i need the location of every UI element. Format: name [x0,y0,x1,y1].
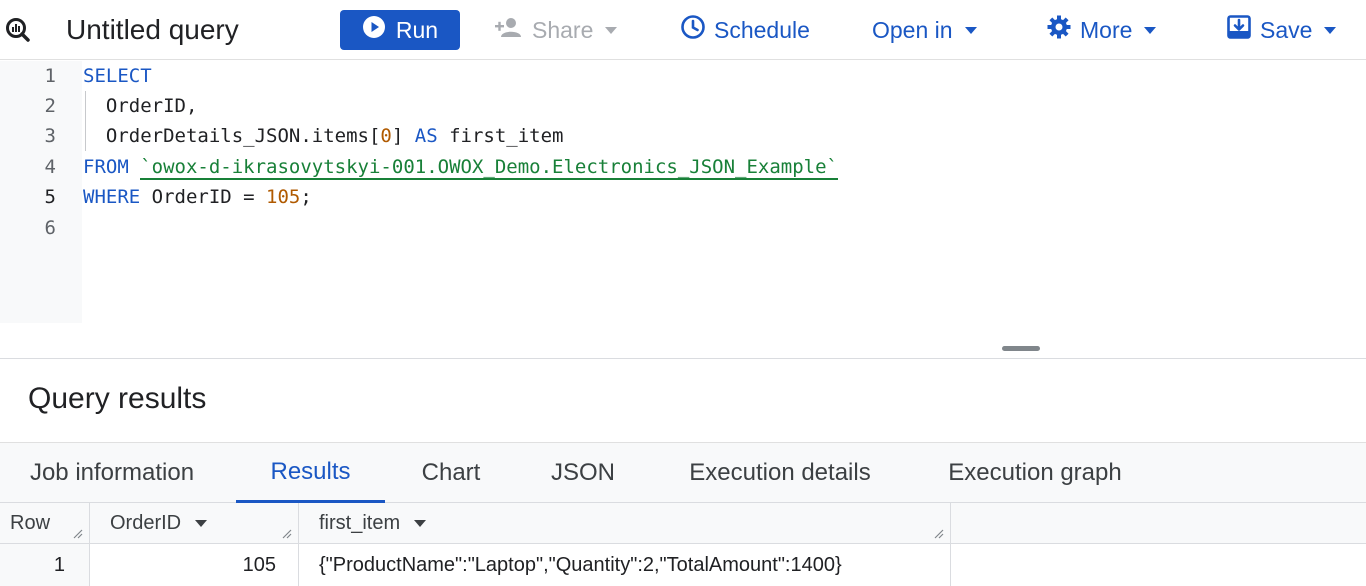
open-in-button[interactable]: Open in [872,10,977,50]
table-cell-row-number: 1 [0,544,90,586]
run-button[interactable]: Run [340,10,460,50]
code-line-3[interactable]: OrderDetails_JSON.items[0] AS first_item [83,121,564,151]
resize-handle-icon[interactable] [932,527,944,539]
more-label: More [1080,16,1133,43]
results-tabs: Job information Results Chart JSON Execu… [0,442,1366,503]
code-text: first_item [437,125,564,147]
code-text: OrderID, [83,95,198,117]
chevron-down-icon [605,26,618,34]
sql-keyword: WHERE [83,186,141,208]
schedule-label: Schedule [714,16,810,43]
code-text: ] [391,125,415,147]
resize-handle-icon[interactable] [71,527,83,539]
chevron-down-icon [964,26,977,34]
line-number-gutter: 1 2 3 4 5 6 [0,61,82,323]
query-title[interactable]: Untitled query [66,10,239,50]
chevron-down-icon [1324,26,1337,34]
sql-number: 105 [266,186,301,208]
query-toolbar: Untitled query Run Share Schedule Open i… [0,0,1366,60]
tab-json[interactable]: JSON [530,443,636,503]
gear-icon [1046,14,1072,46]
results-title: Query results [28,382,207,415]
person-add-icon [494,16,524,44]
column-header-empty [951,503,1366,544]
sql-editor[interactable]: 1 2 3 4 5 6 SELECT OrderID, OrderDetails… [0,61,1366,323]
save-icon [1226,14,1252,46]
panel-splitter [0,323,1366,359]
run-label: Run [395,16,439,43]
results-table: Row OrderID first_item 1 105 {"ProductNa… [0,503,1366,586]
schedule-button[interactable]: Schedule [680,10,810,50]
tab-results[interactable]: Results [236,443,385,503]
bigquery-logo-icon [2,10,34,50]
save-button[interactable]: Save [1226,10,1337,50]
column-header-row: Row [0,503,90,544]
resize-handle-icon[interactable] [280,527,292,539]
tab-execution-details[interactable]: Execution details [664,443,896,503]
line-number: 4 [44,156,56,178]
tab-chart[interactable]: Chart [400,443,502,503]
code-text: ; [300,186,312,208]
play-circle-icon [362,15,386,45]
sql-keyword: SELECT [83,65,152,87]
chevron-down-icon [1144,26,1157,34]
more-button[interactable]: More [1046,10,1157,50]
column-header-label: Row [10,511,51,534]
line-number: 6 [44,217,56,239]
line-number: 1 [44,65,56,87]
table-reference-link[interactable]: `owox-d-ikrasovytskyi-001.OWOX_Demo.Elec… [140,156,838,180]
code-line-1[interactable]: SELECT [83,61,152,91]
sql-number: 0 [380,125,392,147]
share-label: Share [532,16,594,43]
column-header-orderid[interactable]: OrderID [90,503,299,544]
code-text: OrderID = [140,186,267,208]
sql-keyword: AS [414,125,438,147]
clock-icon [680,14,706,46]
code-line-2[interactable]: OrderID, [83,91,198,121]
column-header-first-item[interactable]: first_item [299,503,951,544]
column-header-label: first_item [319,511,401,534]
save-label: Save [1260,16,1313,43]
code-line-5[interactable]: WHERE OrderID = 105; [83,182,312,212]
open-in-label: Open in [872,16,953,43]
column-header-label: OrderID [110,511,182,534]
code-text: OrderDetails_JSON.items[ [83,125,381,147]
sort-down-icon[interactable] [414,519,427,527]
line-number: 2 [44,95,56,117]
sort-down-icon[interactable] [195,519,208,527]
table-cell-first-item[interactable]: {"ProductName":"Laptop","Quantity":2,"To… [299,544,951,586]
line-number: 3 [44,125,56,147]
line-number-active: 5 [44,186,56,208]
tab-job-information[interactable]: Job information [0,443,224,503]
drag-handle[interactable] [1002,346,1040,351]
table-cell-orderid[interactable]: 105 [90,544,299,586]
sql-keyword: FROM [83,156,129,178]
share-button[interactable]: Share [494,10,618,50]
tab-execution-graph[interactable]: Execution graph [926,443,1144,503]
code-line-4[interactable]: FROM `owox-d-ikrasovytskyi-001.OWOX_Demo… [83,152,838,182]
